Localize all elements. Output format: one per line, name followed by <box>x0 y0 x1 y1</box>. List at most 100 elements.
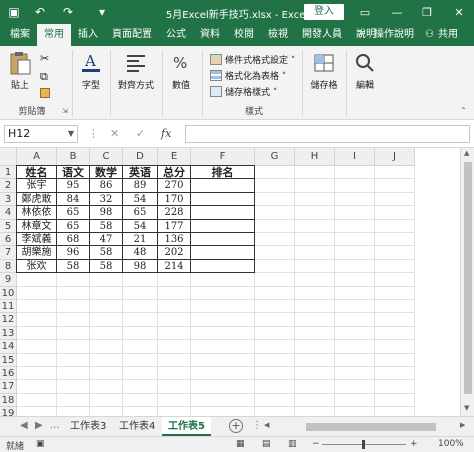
enter-icon[interactable]: ✓ <box>136 125 145 143</box>
grid-cell[interactable] <box>191 353 255 367</box>
grid-cell[interactable] <box>90 367 123 381</box>
grid-cell[interactable] <box>335 367 375 381</box>
grid-cell[interactable] <box>375 393 415 408</box>
table-cell[interactable]: 李斌義 <box>17 233 57 247</box>
table-cell[interactable]: 65 <box>57 206 90 220</box>
tab-insert[interactable]: 插入 <box>71 24 105 46</box>
table-cell[interactable]: 98 <box>90 206 123 220</box>
grid-cell[interactable] <box>255 380 295 394</box>
table-header-cell[interactable]: 姓名 <box>17 166 57 180</box>
grid-cell[interactable] <box>17 286 57 300</box>
table-cell[interactable]: 21 <box>123 233 158 247</box>
grid-cell[interactable] <box>123 367 158 381</box>
grid-cell[interactable] <box>375 192 415 207</box>
grid-cell[interactable] <box>295 407 335 416</box>
formula-input[interactable] <box>185 125 470 143</box>
grid-cell[interactable] <box>255 273 295 287</box>
table-cell[interactable] <box>191 233 255 247</box>
more-sheets-button[interactable]: ... <box>50 420 60 431</box>
grid-cell[interactable] <box>123 286 158 300</box>
table-cell[interactable]: 47 <box>90 233 123 247</box>
grid-cell[interactable] <box>255 393 295 408</box>
grid-cell[interactable] <box>375 380 415 394</box>
grid-cell[interactable] <box>158 313 191 327</box>
row-header-14[interactable]: 14 <box>0 340 17 354</box>
restore-button[interactable]: ❐ <box>414 0 440 24</box>
grid-cell[interactable] <box>123 393 158 408</box>
grid-cell[interactable] <box>191 340 255 354</box>
grid-cell[interactable] <box>17 273 57 287</box>
macro-record-icon[interactable]: ▣ <box>36 439 45 449</box>
horizontal-scroll-thumb[interactable] <box>306 423 436 431</box>
table-cell[interactable]: 65 <box>123 206 158 220</box>
table-cell[interactable]: 54 <box>123 192 158 207</box>
grid-cell[interactable] <box>90 300 123 314</box>
table-cell[interactable]: 95 <box>57 179 90 193</box>
table-cell[interactable]: 58 <box>57 259 90 274</box>
paste-button[interactable]: 貼上 <box>6 50 34 91</box>
grid-cell[interactable] <box>335 393 375 408</box>
grid-cell[interactable] <box>295 286 335 300</box>
redo-icon[interactable]: ↷ <box>58 0 78 24</box>
table-cell[interactable] <box>191 192 255 207</box>
grid-cell[interactable] <box>57 313 90 327</box>
sheet-tab-5[interactable]: 工作表5 <box>162 417 211 436</box>
format-as-table-button[interactable]: 格式化為表格 ˅ <box>210 68 286 82</box>
grid-cell[interactable] <box>375 286 415 300</box>
grid-cell[interactable] <box>17 326 57 341</box>
grid-cell[interactable] <box>57 326 90 341</box>
grid-cell[interactable] <box>57 353 90 367</box>
grid-cell[interactable] <box>295 380 335 394</box>
column-header-e[interactable]: E <box>158 148 191 166</box>
zoom-in-button[interactable]: + <box>410 439 418 449</box>
row-header-18[interactable]: 18 <box>0 393 17 408</box>
tab-data[interactable]: 資料 <box>193 24 227 46</box>
table-cell[interactable] <box>191 206 255 220</box>
font-button[interactable]: A 字型 <box>76 50 106 91</box>
grid-cell[interactable] <box>255 233 295 247</box>
grid-cell[interactable] <box>335 353 375 367</box>
worksheet-grid[interactable]: A B C D E F G H I J 1 2 3 4 5 6 7 8 9 10 11 12 13 14 15 16 17 18 19 姓… <box>0 148 474 416</box>
grid-cell[interactable] <box>191 407 255 416</box>
grid-cell[interactable] <box>17 340 57 354</box>
grid-cell[interactable] <box>17 313 57 327</box>
grid-cell[interactable] <box>335 313 375 327</box>
column-header-a[interactable]: A <box>17 148 57 166</box>
row-header-2[interactable]: 2 <box>0 179 17 193</box>
zoom-slider-thumb[interactable] <box>362 440 365 449</box>
grid-cell[interactable] <box>191 300 255 314</box>
grid-cell[interactable] <box>295 273 335 287</box>
grid-cell[interactable] <box>123 300 158 314</box>
grid-cell[interactable] <box>57 273 90 287</box>
row-header-7[interactable]: 7 <box>0 246 17 260</box>
cells-button[interactable]: 儲存格 <box>306 50 342 91</box>
tell-me-search[interactable]: 操作說明 <box>374 24 414 46</box>
cancel-icon[interactable]: ✕ <box>110 125 119 143</box>
grid-cell[interactable] <box>17 407 57 416</box>
quick-access-dropdown-icon[interactable]: ▾ <box>92 0 112 24</box>
row-header-9[interactable]: 9 <box>0 273 17 287</box>
table-cell[interactable]: 68 <box>57 233 90 247</box>
lightbulb-icon[interactable]: ☼ <box>357 24 366 46</box>
grid-cell[interactable] <box>295 313 335 327</box>
grid-cell[interactable] <box>335 380 375 394</box>
grid-cell[interactable] <box>255 206 295 220</box>
grid-cell[interactable] <box>17 300 57 314</box>
grid-cell[interactable] <box>295 367 335 381</box>
grid-cell[interactable] <box>335 273 375 287</box>
grid-cell[interactable] <box>255 300 295 314</box>
grid-cell[interactable] <box>375 407 415 416</box>
tab-page-layout[interactable]: 頁面配置 <box>105 24 159 46</box>
scroll-right-icon[interactable]: ▶ <box>460 421 465 429</box>
share-button[interactable]: 共用 <box>438 24 458 46</box>
table-cell[interactable]: 林依依 <box>17 206 57 220</box>
grid-cell[interactable] <box>90 393 123 408</box>
grid-cell[interactable] <box>57 340 90 354</box>
scroll-up-icon[interactable]: ▲ <box>464 149 469 157</box>
grid-cell[interactable] <box>295 246 335 260</box>
prev-sheet-icon[interactable]: ◀ <box>20 420 28 431</box>
table-header-cell[interactable]: 排名 <box>191 166 255 180</box>
table-cell[interactable]: 58 <box>90 259 123 274</box>
column-header-c[interactable]: C <box>90 148 123 166</box>
zoom-out-button[interactable]: − <box>312 439 320 449</box>
